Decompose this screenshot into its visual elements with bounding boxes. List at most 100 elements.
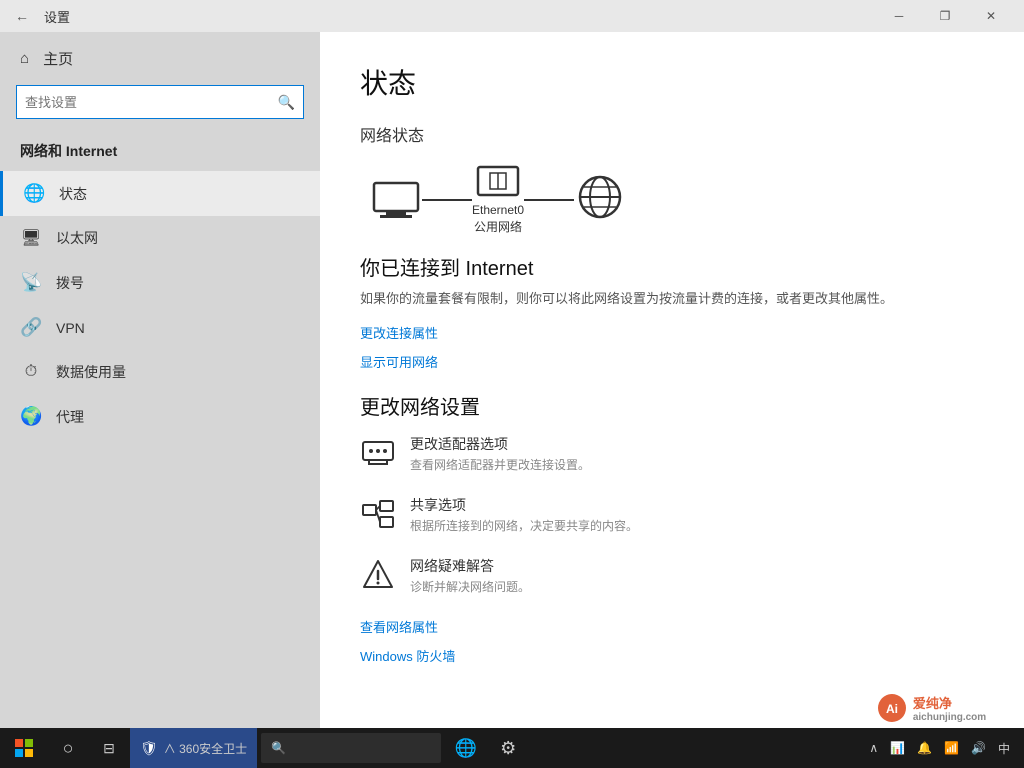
search-box[interactable]: 🔍	[16, 85, 304, 119]
vpn-icon: 🔗	[20, 317, 42, 338]
watermark-logo: Ai	[877, 693, 907, 723]
titlebar: ← 设置 ─ ❐ ✕	[0, 0, 1024, 32]
network-diagram: Ethernet0 公用网络	[370, 164, 984, 236]
computer-icon-group	[370, 179, 422, 221]
show-networks-link[interactable]: 显示可用网络	[360, 352, 984, 371]
taskbar-expand[interactable]: ∧	[865, 741, 882, 755]
view-network-properties-link[interactable]: 查看网络属性	[360, 617, 984, 636]
restore-button[interactable]: ❐	[922, 0, 968, 32]
troubleshoot-desc: 诊断并解决网络问题。	[410, 578, 530, 595]
ethernet-icon	[475, 164, 521, 198]
taskbar-bell-icon: 🔔	[913, 741, 936, 755]
main-container: ⌂ 主页 🔍 网络和 Internet 🌐 状态 🖥 以太网 📡 拨号 🔗 VP…	[0, 32, 1024, 728]
search-icon: 🔍	[278, 94, 295, 111]
change-settings-title: 更改网络设置	[360, 391, 984, 420]
content-area: 状态 网络状态 Ethernet0	[320, 32, 1024, 728]
task-view-icon: ⊟	[103, 740, 115, 757]
360-icon: 🛡	[140, 740, 158, 757]
proxy-icon: 🌍	[20, 406, 42, 427]
taskbar-volume-icon: 🔊	[967, 741, 990, 755]
troubleshoot-text: 网络疑难解答 诊断并解决网络问题。	[410, 556, 530, 595]
start-button[interactable]	[0, 728, 48, 768]
data-label: 数据使用量	[56, 362, 126, 382]
dialup-icon: 📡	[20, 272, 42, 293]
search-container: 🔍	[0, 85, 320, 133]
360-label: ∧ 360安全卫士	[164, 740, 247, 757]
taskbar-lang[interactable]: 中	[994, 740, 1014, 757]
change-connection-link[interactable]: 更改连接属性	[360, 323, 984, 342]
adapter-title: 更改适配器选项	[410, 434, 590, 454]
globe-icon	[574, 171, 626, 223]
ethernet-label: 以太网	[56, 228, 98, 248]
sidebar-item-status[interactable]: 🌐 状态	[0, 171, 320, 216]
home-icon: ⌂	[20, 50, 29, 67]
svg-text:Ai: Ai	[886, 702, 898, 716]
taskbar-app-network[interactable]: 🌐	[445, 728, 487, 768]
adapter-icon	[360, 436, 396, 477]
sharing-icon	[360, 497, 396, 538]
titlebar-left: ← 设置	[10, 4, 70, 28]
troubleshoot-title: 网络疑难解答	[410, 556, 530, 576]
adapter-desc: 查看网络适配器并更改连接设置。	[410, 456, 590, 473]
windows-firewall-link[interactable]: Windows 防火墙	[360, 646, 984, 665]
adapter-text: 更改适配器选项 查看网络适配器并更改连接设置。	[410, 434, 590, 473]
minimize-button[interactable]: ─	[876, 0, 922, 32]
watermark: Ai 爱纯净 aichunjing.com	[839, 688, 1024, 728]
status-label: 状态	[59, 184, 87, 204]
start-icon	[15, 739, 33, 757]
vpn-label: VPN	[56, 320, 85, 336]
line2	[524, 199, 574, 201]
status-icon: 🌐	[23, 183, 45, 204]
sidebar: ⌂ 主页 🔍 网络和 Internet 🌐 状态 🖥 以太网 📡 拨号 🔗 VP…	[0, 32, 320, 728]
home-label: 主页	[43, 48, 73, 69]
network-status-label: 网络状态	[360, 122, 984, 146]
taskbar-app-360[interactable]: 🛡 ∧ 360安全卫士	[130, 728, 257, 768]
troubleshoot-icon	[360, 558, 396, 599]
network-taskbar-icon: 🌐	[455, 738, 477, 759]
sidebar-section-title: 网络和 Internet	[0, 133, 320, 171]
connected-desc: 如果你的流量套餐有限制，则你可以将此网络设置为按流量计费的连接，或者更改其他属性…	[360, 289, 984, 310]
computer-icon	[370, 179, 422, 221]
dialup-label: 拨号	[56, 273, 84, 293]
sidebar-item-vpn[interactable]: 🔗 VPN	[0, 305, 320, 350]
titlebar-controls: ─ ❐ ✕	[876, 0, 1014, 32]
data-icon: ⏱	[20, 363, 42, 381]
taskbar-search-bar[interactable]: 🔍	[261, 733, 441, 763]
taskbar-network-icon: 📶	[940, 741, 963, 755]
troubleshoot-settings-item: 网络疑难解答 诊断并解决网络问题。	[360, 556, 984, 599]
back-button[interactable]: ←	[10, 4, 34, 28]
page-title: 状态	[360, 62, 984, 102]
sidebar-item-proxy[interactable]: 🌍 代理	[0, 394, 320, 439]
close-button[interactable]: ✕	[968, 0, 1014, 32]
taskbar-search-icon: 🔍	[271, 741, 286, 755]
taskbar-notification-icon: 📊	[886, 741, 909, 755]
sharing-desc: 根据所连接到的网络，决定要共享的内容。	[410, 517, 638, 534]
sidebar-item-home[interactable]: ⌂ 主页	[0, 32, 320, 85]
sharing-title: 共享选项	[410, 495, 638, 515]
cortana-icon: ○	[63, 738, 74, 759]
taskbar-app-settings[interactable]: ⚙	[487, 728, 529, 768]
sharing-settings-item: 共享选项 根据所连接到的网络，决定要共享的内容。	[360, 495, 984, 538]
ethernet-group: Ethernet0 公用网络	[472, 164, 524, 236]
ethernet-label-diagram: Ethernet0 公用网络	[472, 202, 524, 236]
settings-taskbar-icon: ⚙	[500, 738, 516, 759]
sharing-text: 共享选项 根据所连接到的网络，决定要共享的内容。	[410, 495, 638, 534]
task-view-button[interactable]: ⊟	[88, 728, 130, 768]
watermark-main: 爱纯净	[913, 693, 986, 712]
watermark-sub: aichunjing.com	[913, 712, 986, 723]
connected-title: 你已连接到 Internet	[360, 252, 984, 281]
sidebar-item-dialup[interactable]: 📡 拨号	[0, 260, 320, 305]
search-input[interactable]	[25, 95, 272, 110]
cortana-button[interactable]: ○	[48, 728, 88, 768]
globe-icon-group	[574, 171, 626, 228]
sidebar-item-data[interactable]: ⏱ 数据使用量	[0, 350, 320, 394]
titlebar-title: 设置	[44, 7, 70, 26]
adapter-settings-item: 更改适配器选项 查看网络适配器并更改连接设置。	[360, 434, 984, 477]
watermark-text: 爱纯净 aichunjing.com	[913, 693, 986, 723]
taskbar: ○ ⊟ 🛡 ∧ 360安全卫士 🔍 🌐 ⚙ ∧ 📊 🔔 📶 🔊 中	[0, 728, 1024, 768]
taskbar-right: ∧ 📊 🔔 📶 🔊 中	[865, 740, 1024, 757]
proxy-label: 代理	[56, 407, 84, 427]
line1	[422, 199, 472, 201]
sidebar-item-ethernet[interactable]: 🖥 以太网	[0, 216, 320, 260]
ethernet-icon: 🖥	[20, 228, 42, 248]
